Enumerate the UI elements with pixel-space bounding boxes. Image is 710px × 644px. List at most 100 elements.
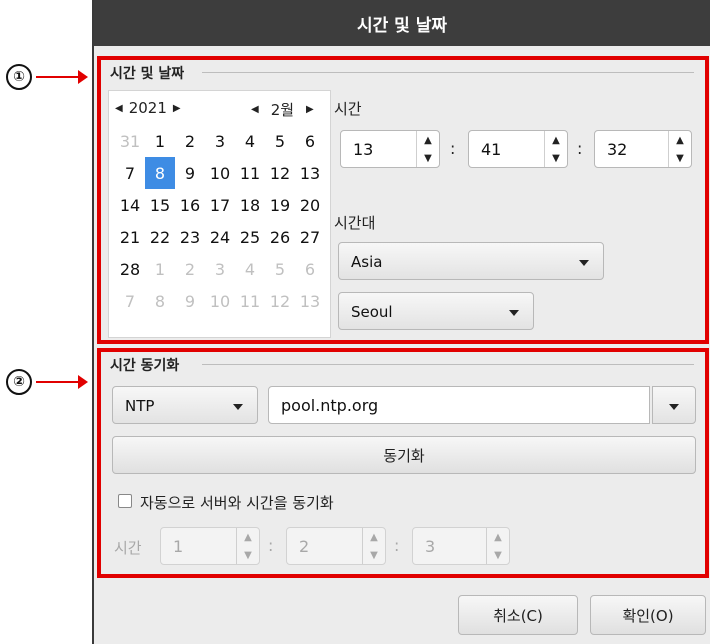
- calendar-day[interactable]: 16: [175, 189, 205, 221]
- calendar-day[interactable]: 5: [265, 253, 295, 285]
- spin-up-icon[interactable]: ▲: [244, 532, 252, 543]
- auto-sync-checkbox[interactable]: [118, 494, 132, 508]
- sync-button[interactable]: 동기화: [112, 436, 696, 474]
- minute-value: 41: [481, 140, 502, 159]
- calendar-day[interactable]: 2: [175, 125, 205, 157]
- hour-spinner[interactable]: 13 ▲ ▼: [340, 130, 440, 168]
- ntp-server-dropdown[interactable]: [652, 386, 696, 424]
- second-stepper[interactable]: ▲ ▼: [668, 131, 691, 167]
- dialog-title: 시간 및 날짜: [94, 0, 710, 46]
- calendar-day[interactable]: 15: [145, 189, 175, 221]
- spin-up-icon[interactable]: ▲: [370, 532, 378, 543]
- calendar-day[interactable]: 3: [205, 253, 235, 285]
- calendar-day[interactable]: 9: [175, 285, 205, 317]
- timezone-region-select[interactable]: Asia: [338, 242, 604, 280]
- spin-down-icon[interactable]: ▼: [424, 153, 432, 164]
- timezone-label: 시간대: [334, 214, 376, 232]
- calendar-day[interactable]: 6: [295, 125, 325, 157]
- calendar-day[interactable]: 22: [145, 221, 175, 253]
- callout-2: ②: [6, 369, 88, 395]
- city-value: Seoul: [351, 303, 393, 321]
- year-next-icon[interactable]: ▶: [173, 103, 181, 114]
- minute-spinner[interactable]: 41 ▲ ▼: [468, 130, 568, 168]
- interval-hour-stepper[interactable]: ▲ ▼: [236, 528, 259, 564]
- calendar-day[interactable]: 26: [265, 221, 295, 253]
- minute-stepper[interactable]: ▲ ▼: [544, 131, 567, 167]
- calendar-day[interactable]: 8: [145, 285, 175, 317]
- calendar-day[interactable]: 24: [205, 221, 235, 253]
- month-prev-icon[interactable]: ◀: [251, 104, 259, 115]
- day-grid: 31 1 2 3 4 5 6 7 8 9 10 11 12 13 14 15 16 17 18 19 20 21 22 23 2…: [115, 125, 325, 317]
- calendar-day[interactable]: 5: [265, 125, 295, 157]
- calendar-day[interactable]: 1: [145, 253, 175, 285]
- calendar-day[interactable]: 25: [235, 221, 265, 253]
- interval-minute-stepper[interactable]: ▲ ▼: [362, 528, 385, 564]
- second-spinner[interactable]: 32 ▲ ▼: [594, 130, 692, 168]
- hour-stepper[interactable]: ▲ ▼: [416, 131, 439, 167]
- calendar-day[interactable]: 18: [235, 189, 265, 221]
- calendar-day[interactable]: 3: [205, 125, 235, 157]
- calendar-day[interactable]: 13: [295, 285, 325, 317]
- calendar-day[interactable]: 28: [115, 253, 145, 285]
- group-divider: [202, 364, 694, 365]
- ok-button[interactable]: 확인(O): [590, 595, 706, 635]
- calendar-day[interactable]: 11: [235, 157, 265, 189]
- calendar-day[interactable]: 9: [175, 157, 205, 189]
- spin-down-icon[interactable]: ▼: [494, 550, 502, 561]
- calendar-day[interactable]: 20: [295, 189, 325, 221]
- calendar-day[interactable]: 21: [115, 221, 145, 253]
- chevron-down-icon: [579, 260, 589, 266]
- calendar-day[interactable]: 8: [145, 157, 175, 189]
- spin-down-icon[interactable]: ▼: [676, 153, 684, 164]
- spin-up-icon[interactable]: ▲: [676, 135, 684, 146]
- ntp-server-input[interactable]: pool.ntp.org: [268, 386, 650, 424]
- calendar-day[interactable]: 27: [295, 221, 325, 253]
- calendar-day[interactable]: 11: [235, 285, 265, 317]
- calendar-day[interactable]: 31: [115, 125, 145, 157]
- month-label: 2월: [270, 101, 295, 119]
- calendar-day[interactable]: 2: [175, 253, 205, 285]
- calendar-day[interactable]: 14: [115, 189, 145, 221]
- calendar-day[interactable]: 12: [265, 285, 295, 317]
- calendar-day[interactable]: 23: [175, 221, 205, 253]
- spin-down-icon[interactable]: ▼: [244, 550, 252, 561]
- interval-minute-spinner[interactable]: 2 ▲ ▼: [286, 527, 386, 565]
- calendar-day[interactable]: 6: [295, 253, 325, 285]
- interval-hour-spinner[interactable]: 1 ▲ ▼: [160, 527, 260, 565]
- group-divider: [202, 72, 694, 73]
- spin-up-icon[interactable]: ▲: [424, 135, 432, 146]
- cancel-button[interactable]: 취소(C): [458, 595, 578, 635]
- interval-second-value: 3: [425, 537, 436, 556]
- year-prev-icon[interactable]: ◀: [115, 103, 123, 114]
- callout-number: ②: [6, 369, 32, 395]
- calendar-day[interactable]: 17: [205, 189, 235, 221]
- interval-second-spinner[interactable]: 3 ▲ ▼: [412, 527, 510, 565]
- year-label: 2021: [128, 99, 167, 117]
- calendar-day[interactable]: 13: [295, 157, 325, 189]
- calendar-day[interactable]: 7: [115, 157, 145, 189]
- calendar-day[interactable]: 19: [265, 189, 295, 221]
- calendar-day[interactable]: 10: [205, 157, 235, 189]
- month-next-icon[interactable]: ▶: [306, 104, 314, 115]
- timezone-city-select[interactable]: Seoul: [338, 292, 534, 330]
- calendar-day[interactable]: 7: [115, 285, 145, 317]
- spin-down-icon[interactable]: ▼: [552, 153, 560, 164]
- calendar-day[interactable]: 12: [265, 157, 295, 189]
- spin-up-icon[interactable]: ▲: [552, 135, 560, 146]
- spin-up-icon[interactable]: ▲: [494, 532, 502, 543]
- time-separator: :: [450, 139, 456, 158]
- interval-separator: :: [268, 536, 274, 555]
- region-value: Asia: [351, 253, 383, 271]
- calendar-day[interactable]: 10: [205, 285, 235, 317]
- calendar-day[interactable]: 4: [235, 253, 265, 285]
- interval-separator: :: [394, 536, 400, 555]
- calendar-day[interactable]: 4: [235, 125, 265, 157]
- calendar[interactable]: ◀ 2021 ▶ ◀ 2월 ▶ 31 1 2 3 4 5 6 7 8 9 10 11 12 13 14 15 1…: [108, 90, 331, 338]
- protocol-select[interactable]: NTP: [112, 386, 258, 424]
- protocol-value: NTP: [125, 397, 155, 415]
- calendar-day[interactable]: 1: [145, 125, 175, 157]
- auto-sync-label: 자동으로 서버와 시간을 동기화: [140, 494, 334, 512]
- spin-down-icon[interactable]: ▼: [370, 550, 378, 561]
- interval-second-stepper[interactable]: ▲ ▼: [486, 528, 509, 564]
- time-separator: :: [577, 139, 583, 158]
